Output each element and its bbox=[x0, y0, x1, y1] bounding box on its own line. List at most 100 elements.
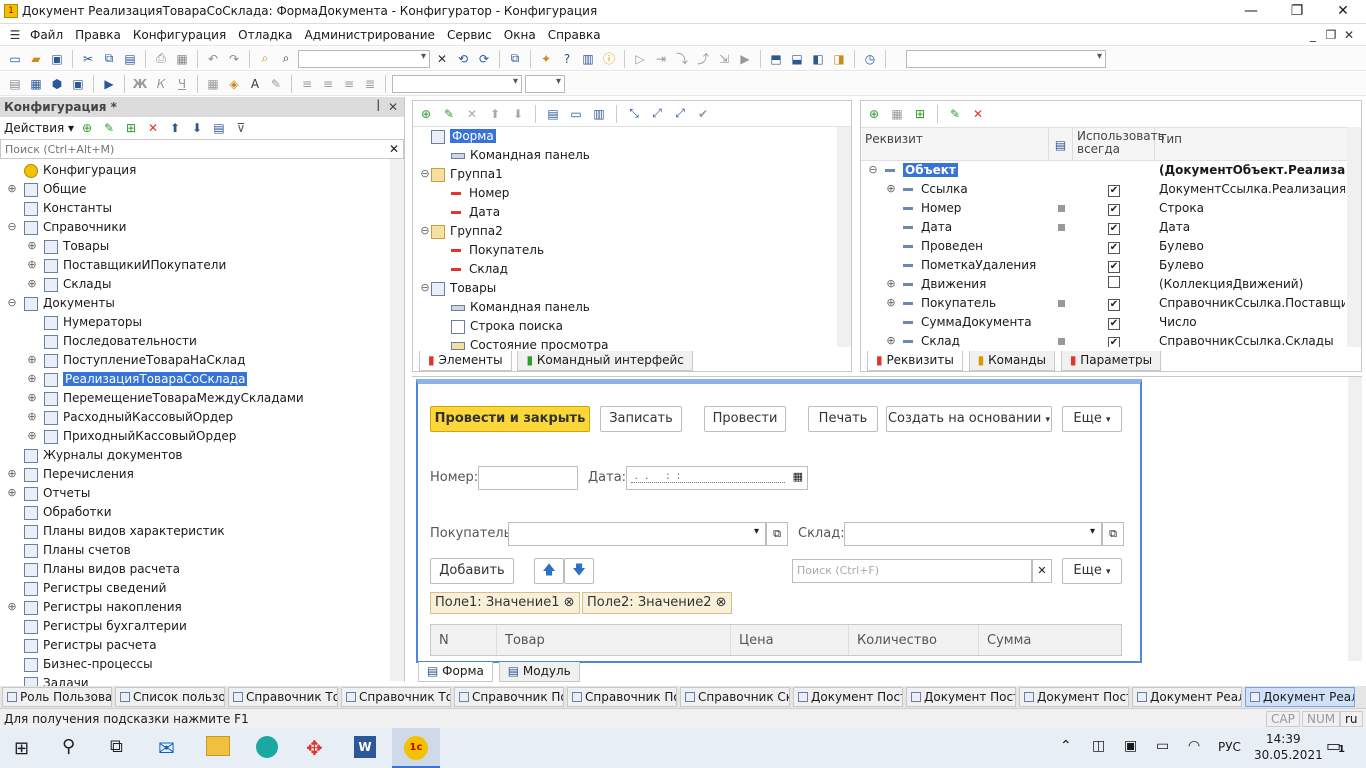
attribute-row[interactable]: Номер ✔ Строка bbox=[861, 199, 1361, 218]
use-always-checkbox[interactable]: ✔ bbox=[1108, 318, 1120, 330]
size-combo[interactable] bbox=[525, 74, 565, 93]
find-prev-icon[interactable]: ⟲ bbox=[454, 50, 472, 68]
expand-toggle-icon[interactable] bbox=[6, 640, 18, 652]
table-icon[interactable]: ▦ bbox=[27, 75, 45, 93]
tab-elements[interactable]: ▮ Элементы bbox=[419, 351, 512, 371]
search-taskbar-icon[interactable]: ⚲ bbox=[62, 736, 75, 757]
expand-toggle-icon[interactable] bbox=[439, 302, 451, 314]
config-tree-scrollbar[interactable] bbox=[390, 159, 404, 681]
explorer-icon[interactable] bbox=[206, 736, 230, 756]
repository-icon[interactable]: ◨ bbox=[830, 50, 848, 68]
add-child-icon[interactable]: ⊞ bbox=[122, 119, 140, 137]
table-search-field[interactable]: Поиск (Ctrl+F) bbox=[792, 559, 1032, 583]
add-sub-attribute-icon[interactable]: ⊞ bbox=[911, 105, 929, 123]
use-always-checkbox[interactable]: ✔ bbox=[1108, 337, 1120, 347]
restore-button[interactable]: ❐ bbox=[1274, 0, 1320, 24]
buyer-dropdown-icon[interactable]: ▾ bbox=[754, 526, 759, 537]
expand-toggle-icon[interactable] bbox=[6, 526, 18, 538]
search-combo[interactable] bbox=[298, 49, 430, 68]
onec-taskbar-icon[interactable]: 1с bbox=[392, 728, 440, 768]
config-tree-item[interactable]: Журналы документов bbox=[6, 446, 404, 465]
expand-toggle-icon[interactable]: ⊕ bbox=[6, 601, 18, 614]
expand-toggle-icon[interactable] bbox=[439, 207, 451, 219]
underline-icon[interactable]: Ч bbox=[173, 75, 191, 93]
expand-toggle-icon[interactable]: ⊕ bbox=[26, 354, 38, 367]
word-icon[interactable]: W bbox=[354, 736, 376, 758]
add-element-icon[interactable]: ⊕ bbox=[417, 105, 435, 123]
expand-toggle-icon[interactable] bbox=[6, 621, 18, 633]
expand-toggle-icon[interactable]: ⊖ bbox=[419, 168, 431, 181]
add-row-button[interactable]: Добавить bbox=[430, 558, 514, 584]
create-based-button[interactable]: Создать на основании ▾ bbox=[886, 406, 1052, 432]
minimize-button[interactable]: — bbox=[1228, 0, 1274, 24]
layout-icon[interactable]: ▥ bbox=[590, 105, 608, 123]
edit-element-icon[interactable]: ✎ bbox=[440, 105, 458, 123]
attributes-scrollbar[interactable] bbox=[1347, 127, 1361, 347]
attribute-row[interactable]: СуммаДокумента ✔ Число bbox=[861, 313, 1361, 332]
preview-form-icon[interactable]: ▭ bbox=[567, 105, 585, 123]
copy-icon[interactable]: ⧉ bbox=[100, 50, 118, 68]
preview-icon[interactable]: ▦ bbox=[173, 50, 191, 68]
element-tree-item[interactable]: Командная панель bbox=[419, 298, 851, 317]
config-combo[interactable] bbox=[906, 49, 1106, 68]
update-db-icon[interactable]: ⬓ bbox=[788, 50, 806, 68]
close-button[interactable]: ✕ bbox=[1320, 0, 1366, 24]
align-right-icon[interactable]: ≡ bbox=[340, 75, 358, 93]
attribute-row[interactable]: ПометкаУдаления ✔ Булево bbox=[861, 256, 1361, 275]
expand-toggle-icon[interactable]: ⊕ bbox=[26, 411, 38, 424]
delete-element-icon[interactable]: ✕ bbox=[463, 105, 481, 123]
print-button[interactable]: Печать bbox=[808, 406, 878, 432]
row-up-button[interactable]: 🡅 bbox=[534, 558, 564, 584]
use-always-checkbox[interactable]: ✔ bbox=[1108, 185, 1120, 197]
config-tree-item[interactable]: ⊕ РеализацияТовараСоСклада bbox=[6, 370, 404, 389]
remove-filter-icon[interactable]: ⊗ bbox=[564, 595, 575, 610]
syntax-help-icon[interactable]: ? bbox=[558, 50, 576, 68]
expand-toggle-icon[interactable]: ⊕ bbox=[885, 297, 897, 310]
wizard-icon[interactable]: ✦ bbox=[537, 50, 555, 68]
post-button[interactable]: Провести bbox=[704, 406, 786, 432]
expand-toggle-icon[interactable] bbox=[6, 583, 18, 595]
expand-toggle-icon[interactable] bbox=[6, 165, 18, 177]
element-tree-item[interactable]: Покупатель bbox=[419, 241, 851, 260]
calendar-icon[interactable]: ▦ bbox=[793, 470, 803, 483]
col-quantity[interactable]: Количество bbox=[849, 625, 979, 655]
align-left-icon[interactable]: ≡ bbox=[298, 75, 316, 93]
expand-toggle-icon[interactable]: ⊕ bbox=[6, 468, 18, 481]
expand-toggle-icon[interactable]: ⊖ bbox=[867, 164, 879, 177]
tab-module[interactable]: ▤ Модуль bbox=[498, 662, 580, 682]
expand-toggle-icon[interactable] bbox=[26, 317, 38, 329]
windows-icon[interactable]: ⧉ bbox=[506, 50, 524, 68]
element-tree-item[interactable]: ⊖ Товары bbox=[419, 279, 851, 298]
config-tree-item[interactable]: ⊕ ПоступлениеТовараНаСклад bbox=[6, 351, 404, 370]
debug-step-out-icon[interactable]: ⤴ bbox=[694, 50, 712, 68]
config-tree-item[interactable]: Константы bbox=[6, 199, 404, 218]
open-icon[interactable]: ▰ bbox=[27, 50, 45, 68]
config-tree-item[interactable]: Обработки bbox=[6, 503, 404, 522]
config-tree-item[interactable]: Планы видов характеристик bbox=[6, 522, 404, 541]
config-tree-item[interactable]: ⊕ Товары bbox=[6, 237, 404, 256]
insert-icon[interactable]: ▶ bbox=[100, 75, 118, 93]
module-icon[interactable]: ▣ bbox=[69, 75, 87, 93]
col-price[interactable]: Цена bbox=[731, 625, 849, 655]
down-element-icon[interactable]: ⬇ bbox=[509, 105, 527, 123]
battery-icon[interactable]: ▭ bbox=[1156, 738, 1169, 754]
db-icon[interactable]: ⬒ bbox=[767, 50, 785, 68]
element-tree-item[interactable]: Номер bbox=[419, 184, 851, 203]
buyer-open-button[interactable]: ⧉ bbox=[766, 522, 788, 546]
performance-icon[interactable]: ◷ bbox=[861, 50, 879, 68]
window-tab[interactable]: Документ Посту… bbox=[1019, 687, 1129, 707]
use-always-checkbox[interactable]: ✔ bbox=[1108, 242, 1120, 254]
element-tree-item[interactable]: ⊖ Группа2 bbox=[419, 222, 851, 241]
expand-toggle-icon[interactable]: ⊕ bbox=[26, 240, 38, 253]
redo-icon[interactable]: ↷ bbox=[225, 50, 243, 68]
menu-debug[interactable]: Отладка bbox=[232, 28, 298, 42]
more-table-button[interactable]: Еще ▾ bbox=[1062, 558, 1122, 584]
config-tree-item[interactable]: ⊕ РасходныйКассовыйОрдер bbox=[6, 408, 404, 427]
element-tree-item[interactable]: Склад bbox=[419, 260, 851, 279]
delete-attribute-icon[interactable]: ✕ bbox=[969, 105, 987, 123]
menu-administration[interactable]: Администрирование bbox=[299, 28, 441, 42]
col-n[interactable]: N bbox=[431, 625, 497, 655]
expand-toggle-icon[interactable]: ⊕ bbox=[6, 487, 18, 500]
window-tab[interactable]: Документ Реал… bbox=[1132, 687, 1242, 707]
post-close-button[interactable]: Провести и закрыть bbox=[430, 406, 590, 432]
